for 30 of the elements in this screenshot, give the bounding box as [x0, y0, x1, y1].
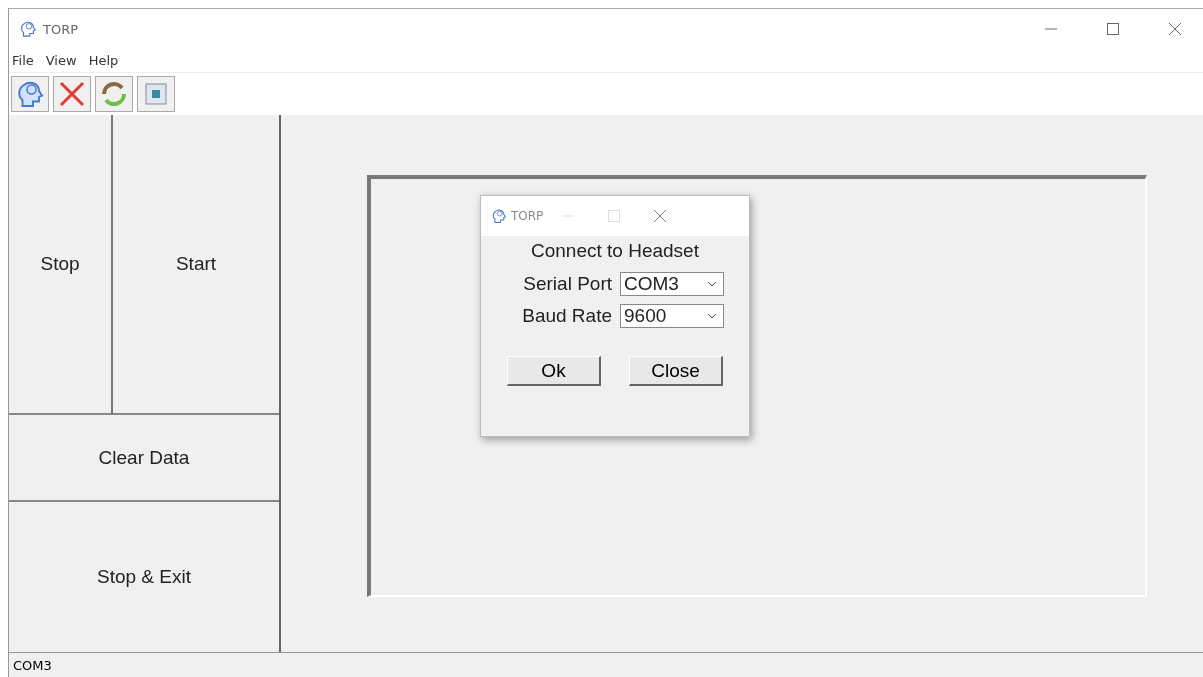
- toolbar-button[interactable]: [95, 76, 133, 112]
- close-icon: [1169, 23, 1181, 35]
- field-label: Serial Port: [522, 273, 612, 295]
- toolbar-button[interactable]: [53, 76, 91, 112]
- brain-head-icon: [15, 79, 45, 109]
- app-icon: [491, 208, 507, 224]
- screenshot-icon: [145, 83, 167, 105]
- menu-item[interactable]: Help: [87, 53, 120, 68]
- close-icon: [654, 210, 667, 222]
- dialog-button[interactable]: Close: [629, 356, 723, 386]
- maximize-icon: [1107, 23, 1119, 35]
- dropdown[interactable]: 9600: [620, 304, 724, 328]
- toolbar-button[interactable]: [137, 76, 175, 112]
- close-icon: [58, 80, 86, 108]
- refresh-icon: [100, 80, 128, 108]
- app-icon: [19, 20, 37, 38]
- dropdown[interactable]: COM3: [620, 272, 724, 296]
- status-bar: COM3: [9, 652, 1203, 677]
- chevron-down-icon: [707, 281, 717, 287]
- field-label: Baud Rate: [521, 305, 612, 327]
- menu-item[interactable]: File: [11, 53, 35, 68]
- stop-button[interactable]: Stop: [9, 115, 113, 415]
- window-title: TORP: [43, 21, 79, 37]
- dialog-title: TORP: [511, 209, 544, 223]
- dialog-heading: Connect to Headset: [531, 240, 699, 262]
- toolbar-button[interactable]: [11, 76, 49, 112]
- dialog-button[interactable]: Ok: [507, 356, 601, 386]
- chevron-down-icon: [707, 313, 717, 319]
- maximize-icon: [608, 210, 621, 222]
- menu-item[interactable]: View: [44, 53, 78, 68]
